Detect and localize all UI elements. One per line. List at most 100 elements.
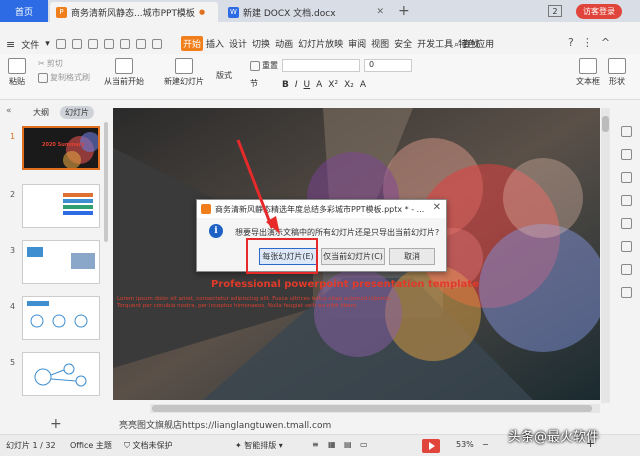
document-protect-status[interactable]: ⛉ 文档未保护 [124, 440, 173, 451]
cut-button[interactable]: ✂ 剪切 [38, 58, 63, 69]
new-tab-button[interactable]: + [398, 3, 410, 19]
select-icon[interactable] [620, 126, 632, 137]
tab-label: 新建 DOCX 文档.docx [243, 8, 336, 19]
tab-home[interactable]: 开始 [181, 36, 204, 51]
subscript-button[interactable]: X₂ [344, 80, 354, 90]
zoom-level[interactable]: 53% [456, 440, 474, 449]
tab-slides[interactable]: 幻灯片 [60, 106, 94, 119]
save-icon[interactable] [55, 39, 66, 49]
animation-icon[interactable] [620, 172, 632, 183]
tab-review[interactable]: 审阅 [346, 36, 368, 51]
font-color-button[interactable]: A [316, 80, 322, 90]
format-painter-button[interactable]: 格式刷 [66, 72, 90, 83]
tab-design[interactable]: 设计 [227, 36, 249, 51]
chart-icon[interactable] [620, 241, 632, 252]
play-slideshow-button[interactable] [422, 439, 440, 453]
reading-view-icon[interactable]: ▭ [360, 440, 368, 449]
slide-thumbnail-3[interactable] [22, 240, 100, 284]
slide-subtitle[interactable]: Lorem ipsum dolor sit amet, consectetur … [117, 296, 407, 310]
underline-button[interactable]: U [304, 80, 311, 90]
shield-icon: ⛉ [124, 441, 130, 450]
star-icon[interactable] [620, 195, 632, 206]
share-icon[interactable] [620, 264, 632, 275]
smart-layout-button[interactable]: ✦ 智能排版 ▾ [235, 440, 283, 451]
slide-thumbnail-panel: « 大纲 幻灯片 1 2020 Summary 2 3 4 5 + [0, 100, 110, 432]
slide-thumbnail-2[interactable] [22, 184, 100, 228]
copy-button[interactable]: 复制 [38, 72, 66, 83]
new-slide-label: 新建幻灯片 [164, 77, 204, 86]
tab-security[interactable]: 安全 [392, 36, 414, 51]
print-preview-icon[interactable] [119, 39, 130, 49]
tab-animation[interactable]: 动画 [273, 36, 295, 51]
hamburger-icon[interactable]: ≡ [6, 38, 15, 51]
slide-5-diagram-image [34, 363, 87, 387]
settings-icon[interactable] [620, 287, 632, 298]
close-icon[interactable]: ✕ [376, 7, 384, 17]
notes-toggle-icon[interactable]: ≡ [312, 440, 319, 449]
font-size-select[interactable]: 0 [364, 59, 412, 72]
dialog-title-bar[interactable]: 商务清新风静态精选年度总结多彩城市PPT模板.pptx * - ... ✕ [197, 200, 446, 218]
tab-slideshow[interactable]: 幻灯片放映 [296, 36, 345, 51]
slide-number: 3 [10, 246, 16, 255]
more-icon[interactable]: ⋮ [582, 36, 593, 49]
properties-icon[interactable] [620, 149, 632, 160]
slide-title[interactable]: Professional powerpoint presentation tem… [211, 279, 479, 290]
search-label: 查找 [461, 40, 480, 50]
tab-outline[interactable]: 大纲 [28, 106, 54, 119]
export-current-slide-button[interactable]: 仅当前幻灯片(C) [321, 248, 385, 265]
section-button[interactable]: 节 [250, 78, 258, 89]
bold-button[interactable]: B [282, 80, 289, 90]
font-family-select[interactable] [282, 59, 360, 72]
open-folder-icon[interactable] [71, 39, 82, 49]
file-menu[interactable]: 文件 [21, 38, 39, 51]
notes-area[interactable]: 亮亮图文旗舰店https://lianglangtuwen.tmall.com [119, 418, 331, 431]
collapse-icon[interactable]: ^ [601, 36, 610, 49]
login-button[interactable]: 访客登录 [576, 4, 622, 19]
normal-view-icon[interactable]: ▦ [328, 440, 336, 449]
scissors-icon: ✂ [38, 59, 45, 68]
shape-button[interactable]: 形状 [608, 58, 626, 87]
tab-transition[interactable]: 切换 [250, 36, 272, 51]
backup-icon[interactable] [620, 218, 632, 229]
slide-thumbnail-4[interactable] [22, 296, 100, 340]
cancel-button[interactable]: 取消 [389, 248, 435, 265]
redo-icon[interactable] [151, 39, 162, 49]
undo-icon[interactable] [135, 39, 146, 49]
slide-thumbnail-5[interactable] [22, 352, 100, 396]
panel-scrollbar[interactable] [104, 122, 108, 242]
paste-button[interactable]: 粘贴 [8, 58, 26, 87]
play-from-current-button[interactable]: 从当前开始 [104, 58, 144, 87]
tab-view[interactable]: 视图 [369, 36, 391, 51]
zoom-minus-button[interactable]: − [482, 440, 489, 449]
help-icon[interactable]: ? [568, 36, 574, 49]
vertical-scrollbar[interactable] [601, 108, 610, 403]
collapse-panel-icon[interactable]: « [6, 106, 12, 116]
superscript-button[interactable]: X² [328, 80, 338, 90]
text-highlight-button[interactable]: A [360, 80, 366, 90]
ribbon-toolbar: 粘贴 ✂ 剪切 复制 格式刷 从当前开始 新建幻灯片 版式 重置 节 0 B I … [0, 54, 640, 100]
tab-docx-document[interactable]: W 新建 DOCX 文档.docx ✕ [222, 2, 390, 22]
slide-thumbnail-1[interactable]: 2020 Summary [22, 126, 100, 170]
export-icon[interactable] [87, 39, 98, 49]
tab-developer[interactable]: 开发工具 [415, 36, 455, 51]
add-slide-button[interactable]: + [50, 416, 62, 432]
tab-ppt-document[interactable]: P 商务清新风静态...城市PPT模板 ● [50, 2, 218, 22]
menu-bar: ≡ 文件 ▾ 开始 插入 设计 切换 动画 幻灯片放映 审阅 视图 安全 开发工… [0, 34, 640, 54]
tab-insert[interactable]: 插入 [204, 36, 226, 51]
close-icon[interactable]: ✕ [433, 202, 441, 213]
new-slide-button[interactable]: 新建幻灯片 [164, 58, 204, 87]
horizontal-scrollbar[interactable] [150, 404, 600, 413]
layout-button[interactable]: 版式 [216, 70, 232, 81]
text-box-button[interactable]: 文本框 [576, 58, 600, 87]
shape-label: 形状 [609, 77, 625, 86]
reset-button[interactable]: 重置 [250, 60, 278, 71]
search-box[interactable]: ⌕ 查找 [454, 37, 480, 50]
italic-button[interactable]: I [295, 80, 298, 90]
slide-number: 2 [10, 190, 16, 199]
window-count-badge[interactable]: 2 [548, 5, 562, 17]
dialog-message: 想要导出演示文稿中的所有幻灯片还是只导出当前幻灯片? [235, 228, 440, 237]
print-icon[interactable] [103, 39, 114, 49]
home-tab[interactable]: 首页 [0, 0, 48, 22]
sorter-view-icon[interactable]: ▤ [344, 440, 352, 449]
theme-name: Office 主题 [70, 441, 112, 450]
